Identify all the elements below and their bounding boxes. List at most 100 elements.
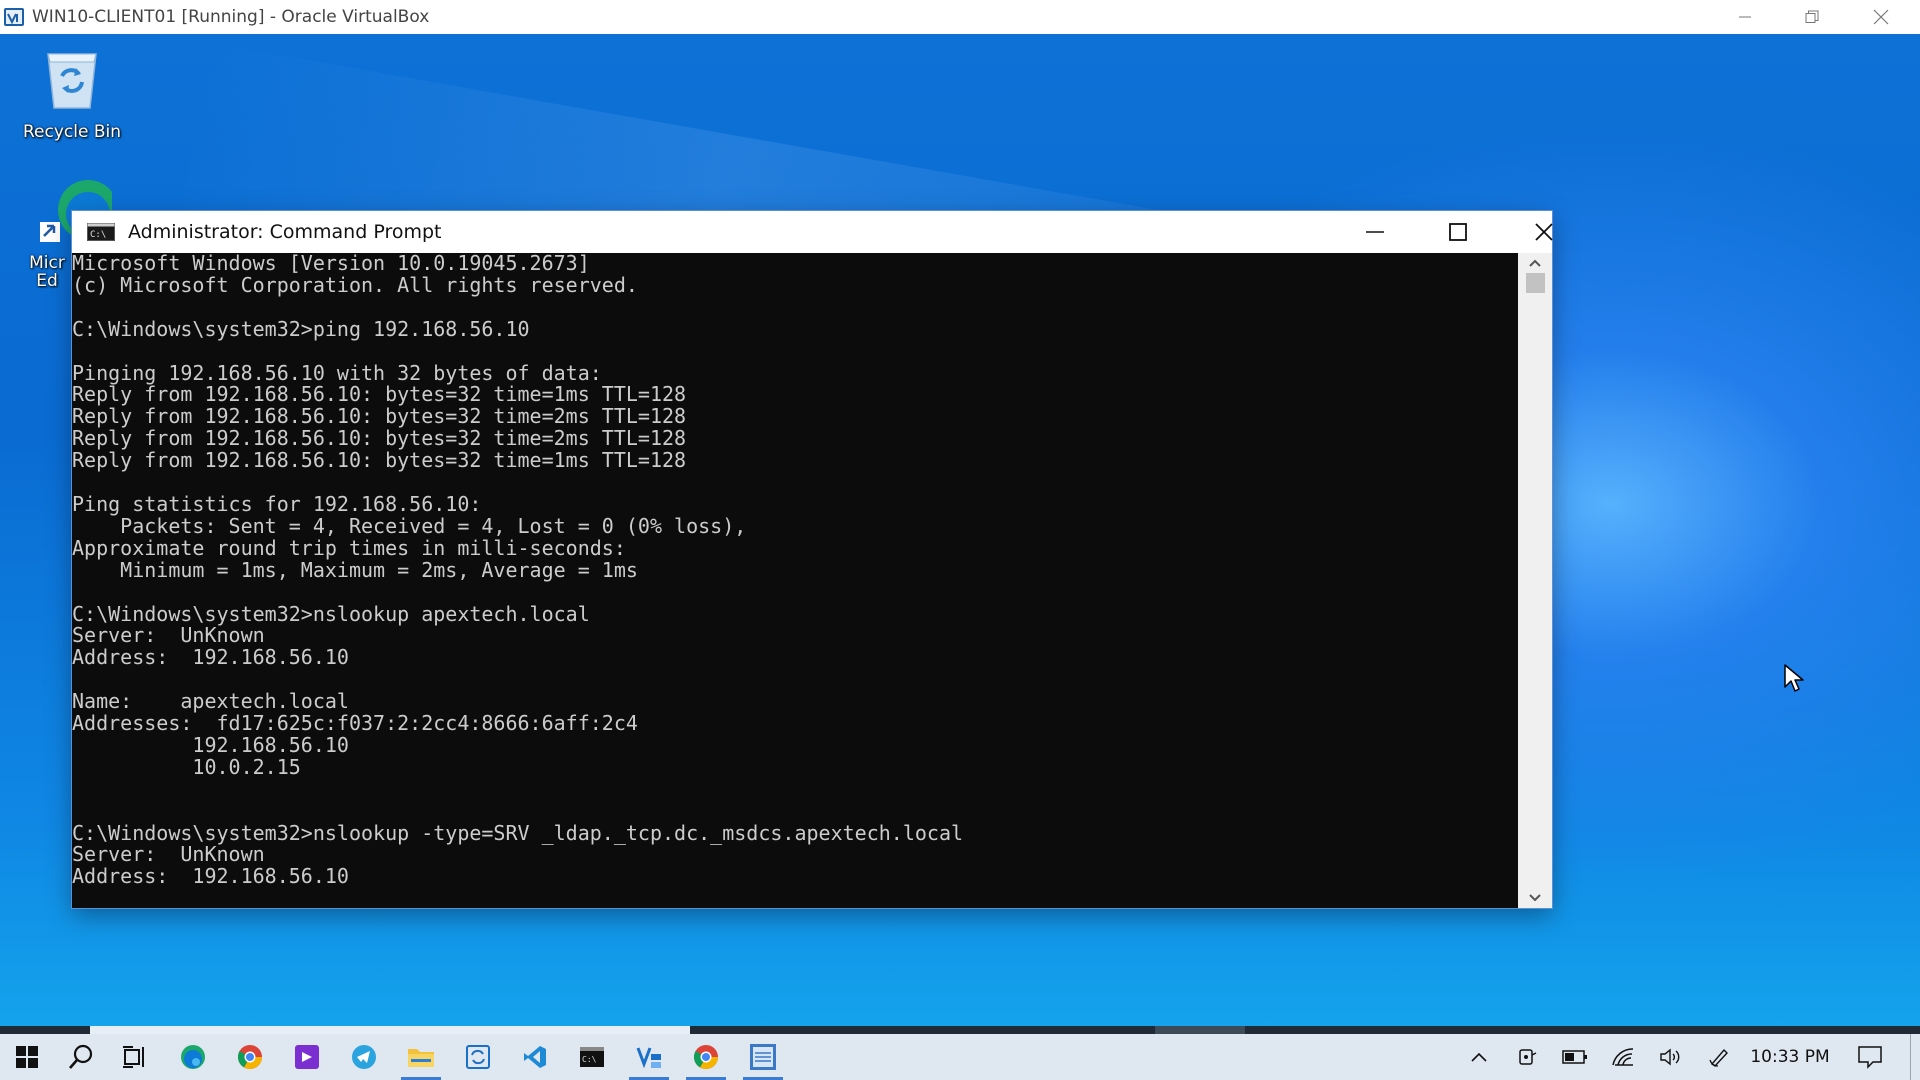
console-line: C:\Windows\system32>ping 192.168.56.10 [72,316,530,341]
vertical-scrollbar[interactable] [1518,253,1552,908]
maximize-icon [1449,223,1467,241]
battery-icon [1562,1050,1587,1064]
console-output-area[interactable]: Microsoft Windows [Version 10.0.19045.26… [72,253,1518,908]
console-line: Minimum = 1ms, Maximum = 2ms, Average = … [72,557,638,582]
virtualbox-status-strip [0,1026,1920,1034]
volume-icon [1660,1048,1680,1066]
console-line: Approximate round trip times in milli-se… [72,535,626,560]
console-line: Ping statistics for 192.168.56.10: [72,491,482,516]
command-prompt-title-bar[interactable]: C:\ Administrator: Command Prompt [72,211,1553,253]
cmd-minimize-button[interactable] [1340,211,1410,253]
console-line: 192.168.56.10 [72,732,349,757]
console-line: Server: UnKnown [72,623,265,648]
scroll-down-button[interactable] [1518,888,1552,908]
taskbar-chrome-2[interactable] [681,1034,731,1080]
taskbar-search-button[interactable] [56,1034,106,1080]
recycle-bin-icon [47,53,97,109]
virtualbox-title-bar[interactable]: WIN10-CLIENT01 [Running] - Oracle Virtua… [0,0,1920,34]
console-line: Packets: Sent = 4, Received = 4, Lost = … [72,513,747,538]
taskbar-start-button[interactable] [2,1034,52,1080]
console-line: Addresses: fd17:625c:f037:2:2cc4:8666:6a… [72,711,638,736]
scroll-up-button[interactable] [1518,253,1552,273]
taskbar-remote-app[interactable] [453,1034,503,1080]
desktop-icon-recycle-bin[interactable]: Recycle Bin [17,44,127,142]
console-line: Microsoft Windows [Version 10.0.19045.26… [72,253,590,275]
console-line: Name: apextech.local [72,689,349,714]
visual-studio-icon [295,1045,319,1069]
tray-clock[interactable]: 10:33 PM [1745,1034,1835,1080]
console-line: Pinging 192.168.56.10 with 32 bytes of d… [72,360,602,385]
console-line: (c) Microsoft Corporation. All rights re… [72,272,638,297]
pen-icon [1709,1048,1728,1067]
cmd-maximize-button[interactable] [1423,211,1493,253]
console-line: Address: 192.168.56.10 [72,645,349,670]
console-line: Reply from 192.168.56.10: bytes=32 time=… [72,382,687,407]
taskbar-chrome[interactable] [225,1034,275,1080]
tray-volume[interactable] [1653,1034,1689,1080]
command-prompt-window[interactable]: C:\ Administrator: Command Prompt Micros [72,211,1553,908]
taskbar-visual-studio[interactable] [282,1034,332,1080]
virtualbox-close-button[interactable] [1846,0,1916,34]
show-desktop-button[interactable] [1910,1034,1920,1080]
microsoft-edge-icon [181,1045,205,1069]
restore-icon [1805,10,1819,23]
command-prompt-title: Administrator: Command Prompt [128,221,442,243]
scrollbar-thumb[interactable] [1526,273,1545,293]
taskbar-vscode[interactable] [510,1034,560,1080]
taskbar-app-v[interactable] [624,1034,674,1080]
console-line: Reply from 192.168.56.10: bytes=32 time=… [72,426,687,451]
console-line: Address: 192.168.56.10 [72,864,349,889]
close-icon [1535,223,1553,241]
virtualbox-minimize-button[interactable] [1710,0,1780,34]
console-line: 10.0.2.15 [72,754,301,779]
taskbar-app-2022[interactable] [738,1034,788,1080]
virtualbox-window-title: WIN10-CLIENT01 [Running] - Oracle Virtua… [32,7,430,27]
desktop-icon-label: Recycle Bin [22,122,121,142]
task-view-icon [123,1046,144,1068]
status-strip-segment [1155,1026,1245,1034]
tray-show-hidden-button[interactable] [1461,1034,1497,1080]
windows-start-icon [16,1046,38,1068]
chevron-up-icon [1471,1052,1487,1062]
folder-icon [408,1049,434,1067]
minimize-icon [1739,16,1751,18]
chrome-icon [693,1045,718,1070]
chevron-down-icon [1529,894,1541,902]
telegram-icon [352,1045,376,1069]
notification-icon [1858,1046,1882,1069]
tray-network[interactable] [1605,1034,1641,1080]
cmd-close-button[interactable] [1509,211,1579,253]
terminal-icon: C:\ [580,1047,604,1067]
status-strip-segment [90,1026,690,1034]
command-prompt-icon: C:\ [87,223,115,241]
mouse-pointer-icon [1784,664,1804,692]
app-2022-icon [750,1044,776,1070]
console-line: C:\Windows\system32>nslookup -type=SRV _… [72,820,964,845]
taskbar-file-explorer[interactable] [396,1034,446,1080]
taskbar-edge[interactable] [168,1034,218,1080]
taskbar[interactable]: C:\ 10:33 PM [0,1034,1920,1080]
vscode-icon [524,1046,546,1068]
tray-meet-now[interactable] [1509,1034,1545,1080]
svg-text:C:\: C:\ [582,1055,597,1064]
console-text: Microsoft Windows [Version 10.0.19045.26… [72,253,1518,888]
taskbar-telegram[interactable] [339,1034,389,1080]
app-v-icon [636,1047,661,1069]
taskbar-terminal[interactable]: C:\ [567,1034,617,1080]
close-icon [1873,9,1889,25]
console-line: Reply from 192.168.56.10: bytes=32 time=… [72,404,687,429]
wifi-icon [1612,1048,1634,1066]
sync-window-icon [466,1045,490,1069]
chevron-up-icon [1529,259,1541,267]
console-line: C:\Windows\system32>nslookup apextech.lo… [72,601,590,626]
virtualbox-restore-button[interactable] [1777,0,1847,34]
chrome-icon [237,1045,262,1070]
console-line: Server: UnKnown [72,842,265,867]
taskbar-task-view-button[interactable] [110,1034,160,1080]
desktop-icon-label: Micr Ed [29,253,65,291]
console-line: Reply from 192.168.56.10: bytes=32 time=… [72,448,687,473]
tray-pen[interactable] [1701,1034,1737,1080]
search-icon [69,1044,93,1069]
tray-battery[interactable] [1557,1034,1593,1080]
tray-notifications-button[interactable] [1848,1034,1892,1080]
